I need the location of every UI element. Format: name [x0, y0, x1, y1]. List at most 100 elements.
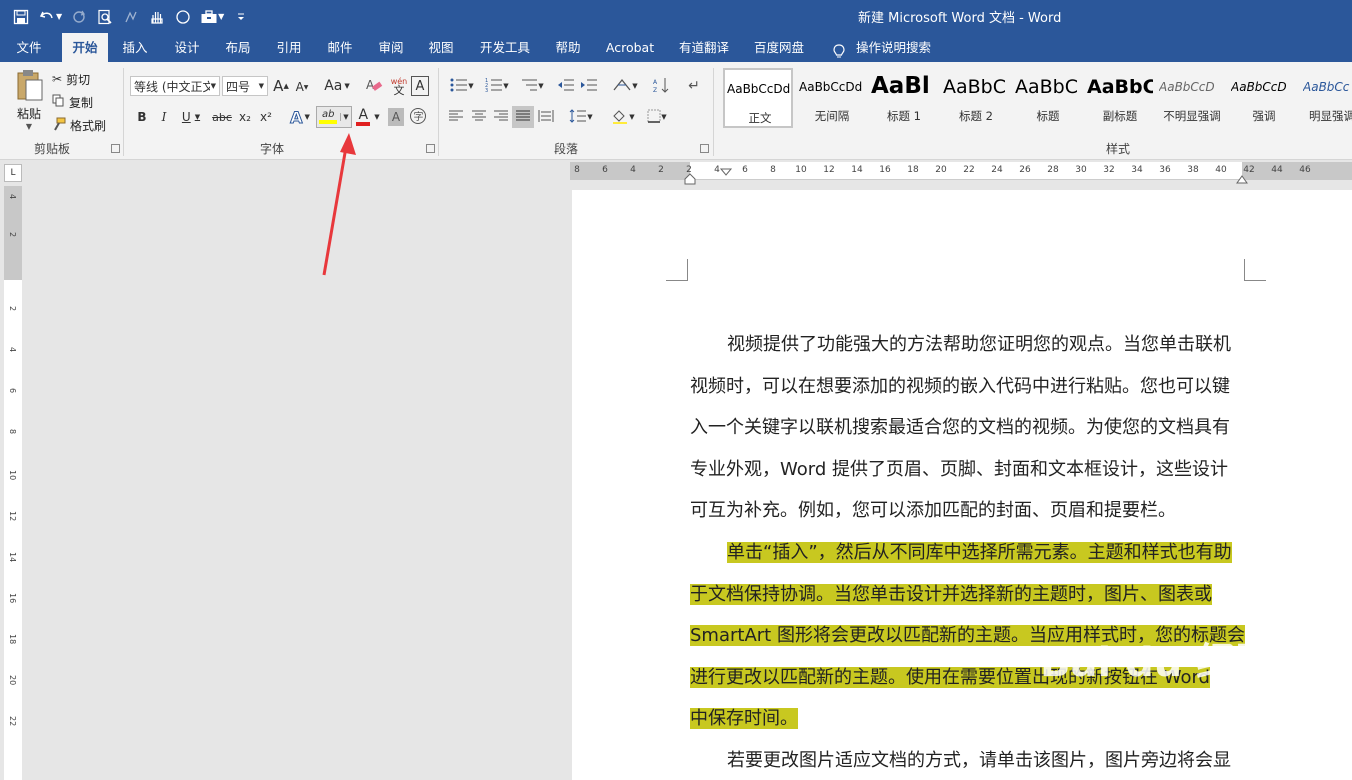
right-indent-marker-icon[interactable] — [1236, 170, 1248, 189]
justify-button[interactable] — [512, 106, 534, 128]
align-center-button[interactable] — [469, 108, 489, 126]
save-icon[interactable] — [8, 4, 34, 30]
line-spacing-button[interactable]: ▼ — [566, 108, 596, 126]
increase-indent-button[interactable] — [579, 76, 599, 96]
shading-button[interactable]: ▼ — [608, 108, 638, 126]
style-subtle-emphasis[interactable]: AaBbCcD 不明显强调 — [1157, 68, 1227, 128]
ruler-tick-label: 8 — [574, 165, 580, 175]
italic-button[interactable]: I — [156, 108, 172, 126]
crop-mark-top-left — [666, 259, 688, 281]
enclose-characters-button[interactable]: 字 — [408, 107, 428, 127]
style-emphasis[interactable]: AaBbCcD 强调 — [1229, 68, 1299, 128]
numbering-button[interactable]: 1 2 3 ▼ — [481, 76, 513, 96]
first-line-indent-marker-icon[interactable] — [719, 161, 733, 180]
tab-help[interactable]: 帮助 — [548, 33, 588, 62]
tab-view[interactable]: 视图 — [420, 33, 462, 62]
paste-button[interactable]: 粘贴 ▼ — [10, 68, 48, 131]
tab-design[interactable]: 设计 — [166, 33, 208, 62]
bold-button[interactable]: B — [134, 108, 150, 126]
tab-selector[interactable]: L — [4, 164, 22, 182]
align-right-button[interactable] — [491, 108, 511, 126]
distributed-button[interactable] — [536, 108, 556, 126]
style-heading-1[interactable]: AaBl 标题 1 — [869, 68, 939, 128]
change-case-button[interactable]: Aa ▼ — [322, 76, 352, 96]
tab-developer[interactable]: 开发工具 — [474, 33, 536, 62]
text-line: 视频时，可以在想要添加的视频的嵌入代码中进行粘贴。您也可以键 — [690, 375, 1230, 397]
borders-button[interactable]: ▼ — [642, 108, 672, 126]
font-name-combo[interactable]: 等线 (中文正文) ▼ — [130, 76, 220, 96]
character-border-icon: A — [415, 78, 425, 94]
strikethrough-button[interactable]: abc — [210, 108, 234, 126]
paragraph-mark-icon: ↵ — [688, 78, 700, 94]
tab-home[interactable]: 开始 — [62, 33, 108, 62]
tab-mailings[interactable]: 邮件 — [319, 33, 361, 62]
chinese-layout-button[interactable]: ▼ — [610, 76, 640, 96]
toolbox-dropdown-icon[interactable]: ▼ — [218, 12, 224, 21]
multilevel-list-button[interactable]: ▼ — [516, 76, 548, 96]
style-heading-2[interactable]: AaBbC 标题 2 — [941, 68, 1011, 128]
character-shading-button[interactable]: A — [388, 108, 404, 126]
superscript-button[interactable]: x² — [257, 108, 275, 126]
hand-icon[interactable] — [144, 4, 170, 30]
clipboard-launcher-icon[interactable] — [111, 144, 120, 153]
tab-review[interactable]: 审阅 — [370, 33, 412, 62]
style-intense-emphasis[interactable]: AaBbCc 明显强调 — [1301, 68, 1352, 128]
tab-references[interactable]: 引用 — [268, 33, 310, 62]
text-effects-icon: A — [290, 107, 303, 127]
align-left-button[interactable] — [446, 108, 466, 126]
format-painter-button[interactable]: 格式刷 — [52, 116, 106, 134]
font-size-combo[interactable]: 四号 ▼ — [222, 76, 268, 96]
annotation-arrow-icon — [322, 133, 356, 276]
undo-dropdown-icon[interactable]: ▼ — [56, 12, 62, 21]
customize-qat-icon[interactable] — [228, 4, 254, 30]
style-normal[interactable]: AaBbCcDd 正文 — [723, 68, 793, 128]
tab-baidu-netdisk[interactable]: 百度网盘 — [748, 33, 810, 62]
redo-icon[interactable] — [66, 4, 92, 30]
touch-mode-icon[interactable] — [118, 4, 144, 30]
character-border-button[interactable]: A — [411, 76, 429, 96]
phonetic-guide-button[interactable]: wén 文 — [388, 74, 410, 98]
ruler-tick-label: 10 — [795, 165, 807, 175]
paste-dropdown-icon[interactable]: ▼ — [26, 122, 32, 131]
tab-youdao[interactable]: 有道翻译 — [674, 33, 734, 62]
clear-formatting-button[interactable]: A — [364, 76, 384, 96]
shape-icon[interactable] — [170, 4, 196, 30]
svg-text:A: A — [653, 79, 658, 86]
style-title[interactable]: AaBbC 标题 — [1013, 68, 1083, 128]
paragraph-1[interactable]: 视频提供了功能强大的方法帮助您证明您的观点。当您单击联机 视频时，可以在想要添加… — [690, 324, 1246, 532]
ruler-tick-label: 26 — [1019, 165, 1031, 175]
style-sample: AaBbCcDd — [799, 80, 863, 94]
horizontal-ruler[interactable]: 8 6 4 2 2 4 6 8 10 12 14 16 18 20 22 24 26 28 30 32 34 36 38 40… — [570, 161, 1352, 185]
shrink-font-button[interactable]: A ▼ — [294, 78, 310, 96]
character-shading-icon: A — [391, 110, 401, 124]
highlighter-icon: ab — [319, 110, 338, 124]
underline-button[interactable]: U ▼ — [178, 108, 204, 126]
svg-text:3: 3 — [485, 88, 488, 92]
show-marks-button[interactable]: ↵ — [684, 76, 704, 96]
tell-me-search[interactable]: 操作说明搜索 — [830, 33, 934, 62]
highlight-dropdown-icon[interactable]: ▼ — [340, 113, 349, 121]
vertical-ruler[interactable]: 4 2 2 4 6 8 10 12 14 16 18 20 22 — [4, 186, 22, 780]
cut-button[interactable]: ✂ 剪切 — [52, 70, 90, 88]
tab-file[interactable]: 文件 — [6, 33, 52, 62]
decrease-indent-button[interactable] — [556, 76, 576, 96]
style-no-spacing[interactable]: AaBbCcDd 无间隔 — [797, 68, 867, 128]
style-sample: AaBbCcD — [1231, 80, 1287, 94]
paragraph-launcher-icon[interactable] — [700, 144, 709, 153]
print-preview-icon[interactable] — [92, 4, 118, 30]
paste-icon — [14, 68, 44, 105]
decrease-indent-icon — [557, 78, 575, 95]
tab-acrobat[interactable]: Acrobat — [600, 33, 660, 62]
style-subtitle[interactable]: AaBbC 副标题 — [1085, 68, 1155, 128]
subscript-button[interactable]: x₂ — [236, 108, 254, 126]
left-indent-marker-icon[interactable] — [684, 170, 696, 189]
paragraph-3[interactable]: 若要更改图片适应文档的方式，请单击该图片，图片旁边将会显 — [690, 740, 1246, 780]
copy-button[interactable]: 复制 — [52, 93, 93, 111]
grow-font-button[interactable]: A ▲ — [272, 76, 290, 96]
tab-layout[interactable]: 布局 — [217, 33, 259, 62]
font-launcher-icon[interactable] — [426, 144, 435, 153]
bullets-button[interactable]: ▼ — [446, 76, 478, 96]
sort-button[interactable]: AZ — [652, 76, 672, 96]
tab-insert[interactable]: 插入 — [114, 33, 156, 62]
style-name: 标题 2 — [959, 109, 993, 123]
